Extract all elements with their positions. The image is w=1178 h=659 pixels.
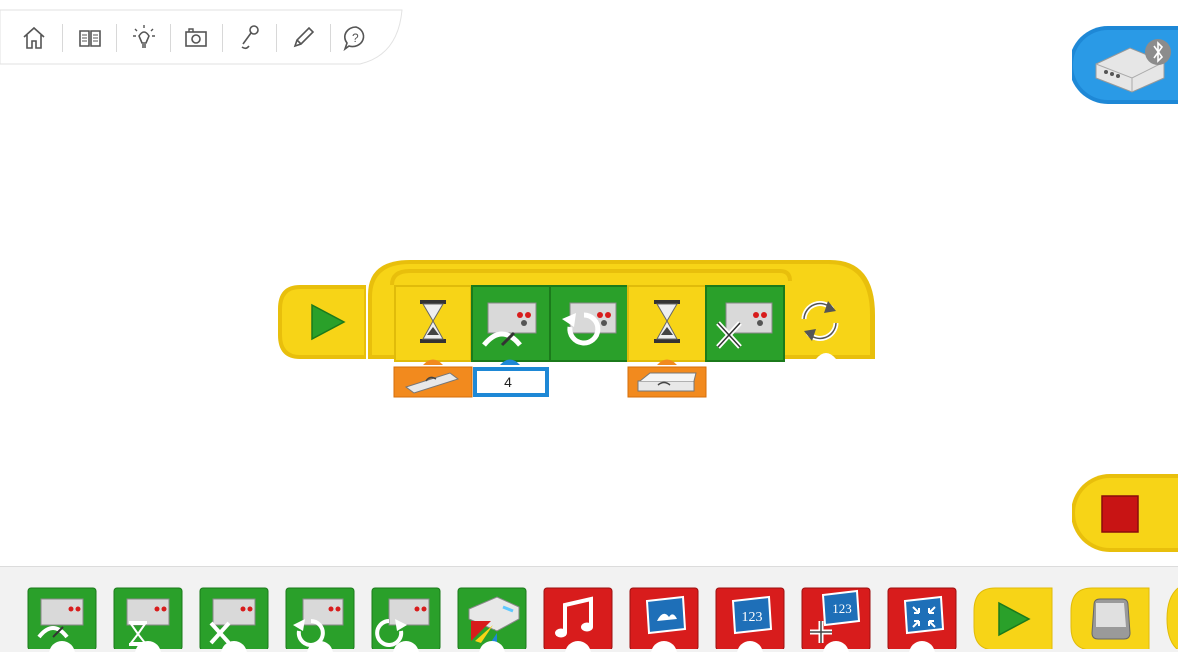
palette-display-background-block[interactable]	[629, 587, 699, 659]
bluetooth-icon	[1145, 39, 1171, 65]
palette-display-small-block[interactable]	[887, 587, 957, 659]
stop-icon	[1101, 495, 1139, 533]
palette-motor-this-way-block[interactable]	[285, 587, 355, 659]
program-canvas: 4	[270, 255, 890, 415]
toolbar-divider	[330, 24, 331, 52]
palette-light-block[interactable]	[457, 587, 527, 659]
toolbar-divider	[116, 24, 117, 52]
palette-add-to-display-block[interactable]: 123	[801, 587, 871, 659]
toolbar-divider	[170, 24, 171, 52]
top-toolbar: ?	[0, 0, 410, 66]
start-block[interactable]	[278, 285, 366, 359]
lightbulb-icon[interactable]	[124, 18, 164, 58]
toolbar-divider	[62, 24, 63, 52]
palette-more-block[interactable]	[1166, 587, 1178, 651]
hub-graphic	[1069, 26, 1178, 104]
pencil-icon[interactable]	[283, 18, 323, 58]
number-input: 4	[504, 374, 512, 390]
svg-text:123: 123	[742, 610, 763, 625]
palette-play-sound-block[interactable]	[543, 587, 613, 659]
palette-display-number-block[interactable]: 123	[715, 587, 785, 659]
home-icon[interactable]	[14, 18, 54, 58]
book-icon[interactable]	[70, 18, 110, 58]
stop-button[interactable]	[1071, 474, 1178, 552]
toolbar-divider	[222, 24, 223, 52]
hub-connection-button[interactable]	[1069, 26, 1178, 104]
motor-direction-block[interactable]	[549, 285, 629, 362]
palette-key-start-block[interactable]	[1070, 587, 1150, 651]
camera-icon[interactable]	[176, 18, 216, 58]
help-icon[interactable]: ?	[336, 18, 376, 58]
svg-text:123: 123	[832, 601, 852, 616]
palette-motor-that-way-block[interactable]	[371, 587, 441, 659]
microphone-icon[interactable]	[230, 18, 270, 58]
motor-stop-block[interactable]	[705, 285, 785, 362]
palette-motor-power-block[interactable]	[27, 587, 97, 659]
palette-start-block[interactable]	[973, 587, 1053, 651]
palette-motor-stop-block[interactable]	[199, 587, 269, 659]
motion-sensor-icon	[637, 372, 697, 392]
toolbar-divider	[276, 24, 277, 52]
block-palette: 123 123	[0, 566, 1178, 659]
wait-block[interactable]	[393, 285, 473, 398]
wait-block[interactable]	[627, 285, 707, 398]
palette-motor-on-for-block[interactable]	[113, 587, 183, 659]
svg-text:?: ?	[352, 31, 359, 45]
motor-power-block[interactable]: 4	[471, 285, 551, 397]
